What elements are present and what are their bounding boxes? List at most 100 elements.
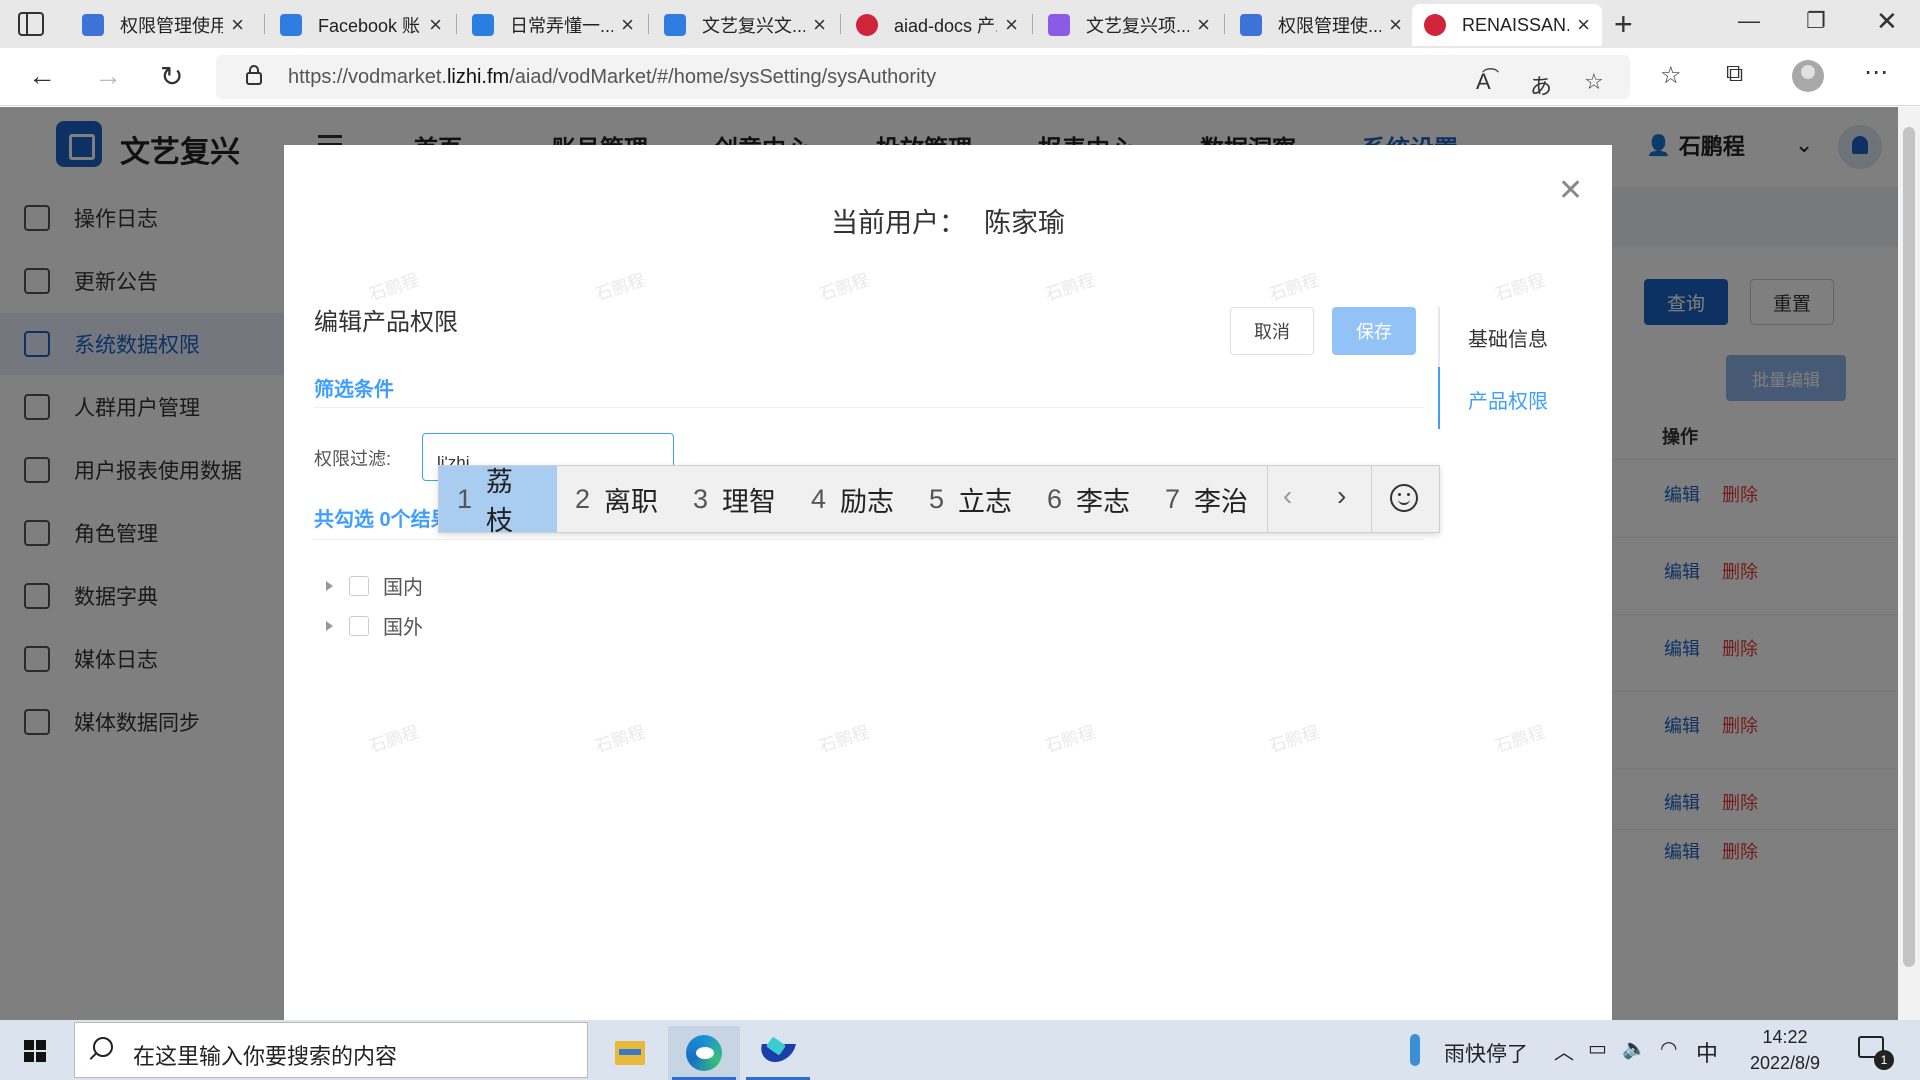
- candidate-number: 5: [929, 483, 945, 514]
- add-favorite-icon[interactable]: ☆: [1584, 69, 1604, 95]
- watermark: 石鹏程: [1492, 722, 1548, 757]
- tab-separator: [456, 14, 457, 34]
- tab-basic-info[interactable]: 基础信息: [1468, 323, 1548, 352]
- browser-tab[interactable]: 文艺复兴项... ×: [1036, 4, 1222, 46]
- tab-separator: [840, 14, 841, 34]
- tab-actions-icon[interactable]: [18, 12, 44, 36]
- candidate-text: 理智: [722, 486, 777, 517]
- collections-icon[interactable]: ⧉: [1726, 60, 1743, 88]
- taskbar-search[interactable]: 在这里输入你要搜索的内容: [74, 1022, 588, 1078]
- candidate-number: 6: [1047, 483, 1063, 514]
- browser-tab[interactable]: Facebook 账... ×: [268, 4, 454, 46]
- tab-separator: [264, 14, 265, 34]
- back-arrow-icon[interactable]: ←: [28, 60, 56, 92]
- ime-emoji-icon[interactable]: [1390, 484, 1418, 512]
- tree-node-label: 国外: [383, 617, 423, 639]
- system-clock[interactable]: 14:22 2022/8/9: [1740, 1024, 1830, 1076]
- save-button[interactable]: 保存: [1332, 307, 1416, 355]
- windows-start-icon[interactable]: [24, 1040, 46, 1062]
- ime-separator: [1371, 466, 1372, 532]
- tab-label: 权限管理使用...: [120, 16, 224, 36]
- browser-tab[interactable]: 权限管理使用... ×: [70, 4, 256, 46]
- ime-separator: [1267, 466, 1268, 532]
- ime-candidate-bar: 1 荔枝 2 离职 3 理智 4 励志 5 立志 6 李志 7 李治 ‹ ›: [438, 465, 1440, 536]
- clock-time: 14:22: [1762, 1027, 1808, 1047]
- translate-icon[interactable]: あ: [1530, 69, 1552, 101]
- weather-text[interactable]: 雨快停了: [1444, 1038, 1528, 1068]
- ime-candidate[interactable]: 4 励志: [793, 466, 912, 532]
- watermark: 石鹏程: [366, 722, 422, 757]
- ime-candidate[interactable]: 5 立志: [911, 466, 1030, 532]
- close-window-icon[interactable]: ✕: [1876, 6, 1898, 37]
- ime-next-page-icon[interactable]: ›: [1337, 480, 1346, 512]
- url-field[interactable]: https://vodmarket.lizhi.fm/aiad/vodMarke…: [216, 55, 1630, 99]
- tree-node[interactable]: 国内: [326, 571, 423, 600]
- ime-candidate[interactable]: 1 荔枝: [439, 466, 557, 536]
- divider: [314, 407, 1424, 408]
- taskbar-edge[interactable]: [668, 1026, 740, 1080]
- tab-close-icon[interactable]: ×: [1389, 12, 1402, 38]
- ime-candidate[interactable]: 6 李志: [1029, 466, 1148, 532]
- lock-icon[interactable]: [246, 65, 262, 85]
- profile-avatar[interactable]: [1792, 60, 1824, 92]
- browser-tab[interactable]: aiad-docs 产... ×: [844, 4, 1030, 46]
- browser-tab-active[interactable]: RENAISSAN... ×: [1412, 4, 1602, 46]
- favorites-icon[interactable]: ☆: [1660, 61, 1682, 90]
- new-tab-icon[interactable]: +: [1614, 6, 1633, 43]
- tab-favicon-icon: [472, 14, 494, 36]
- taskbar-file-explorer[interactable]: [594, 1026, 666, 1080]
- battery-icon[interactable]: ▭: [1588, 1036, 1607, 1061]
- tree-checkbox[interactable]: [349, 575, 369, 596]
- tab-label: 文艺复兴文...: [702, 16, 806, 36]
- page-scrollbar[interactable]: [1898, 107, 1920, 1020]
- browser-tab-bar: 权限管理使用... × Facebook 账... × 日常弄懂一... × 文…: [0, 0, 1920, 48]
- candidate-number: 1: [457, 483, 473, 514]
- browser-tab[interactable]: 文艺复兴文... ×: [652, 4, 838, 46]
- restore-icon[interactable]: ❐: [1806, 8, 1826, 34]
- taskbar-feishu[interactable]: [742, 1026, 814, 1080]
- ime-mode-indicator[interactable]: 中: [1696, 1036, 1718, 1068]
- browser-tab[interactable]: 权限管理使... ×: [1228, 4, 1414, 46]
- tab-close-icon[interactable]: ×: [429, 12, 442, 38]
- tree-checkbox[interactable]: [349, 615, 369, 636]
- expand-caret-icon[interactable]: [326, 620, 333, 631]
- tab-close-icon[interactable]: ×: [1197, 12, 1210, 38]
- tab-close-icon[interactable]: ×: [621, 12, 634, 38]
- ime-candidate[interactable]: 3 理智: [675, 466, 794, 532]
- ime-candidate[interactable]: 7 李治: [1147, 466, 1266, 532]
- tree-node[interactable]: 国外: [326, 611, 423, 640]
- browser-tab[interactable]: 日常弄懂一... ×: [460, 4, 646, 46]
- chevron-up-icon[interactable]: ︿: [1554, 1036, 1574, 1065]
- tab-separator: [1032, 14, 1033, 34]
- forward-arrow-icon[interactable]: →: [94, 60, 122, 92]
- tab-favicon-icon: [664, 14, 686, 36]
- tab-close-icon[interactable]: ×: [231, 12, 244, 38]
- umbrella-icon[interactable]: [1410, 1034, 1420, 1066]
- more-icon[interactable]: ⋯: [1864, 58, 1888, 87]
- watermark: 石鹏程: [1492, 270, 1548, 305]
- candidate-text: 励志: [840, 486, 895, 517]
- volume-icon[interactable]: 🔈: [1622, 1036, 1647, 1061]
- cancel-button[interactable]: 取消: [1230, 307, 1314, 355]
- tab-close-icon[interactable]: ×: [1577, 12, 1590, 38]
- scrollbar-thumb[interactable]: [1903, 127, 1915, 967]
- tab-favicon-icon: [280, 14, 302, 36]
- active-tab-indicator: [1438, 367, 1440, 429]
- network-icon[interactable]: ◠: [1660, 1036, 1677, 1061]
- read-aloud-icon[interactable]: A͡: [1476, 69, 1491, 95]
- minimize-icon[interactable]: —: [1738, 8, 1760, 34]
- tab-close-icon[interactable]: ×: [813, 12, 826, 38]
- tab-label: 日常弄懂一...: [510, 16, 614, 36]
- tab-close-icon[interactable]: ×: [1005, 12, 1018, 38]
- current-user-name: 陈家瑜: [984, 208, 1065, 238]
- watermark: 石鹏程: [816, 270, 872, 305]
- filter-label: 权限过滤:: [314, 449, 392, 469]
- candidate-text: 立志: [958, 486, 1013, 517]
- url-domain: lizhi.fm: [446, 66, 510, 88]
- ime-candidate[interactable]: 2 离职: [557, 466, 676, 532]
- expand-caret-icon[interactable]: [326, 580, 333, 591]
- ime-prev-page-icon[interactable]: ‹: [1283, 480, 1292, 512]
- candidate-text: 李志: [1076, 486, 1131, 517]
- refresh-icon[interactable]: ↻: [160, 60, 183, 93]
- tab-product-permissions[interactable]: 产品权限: [1468, 385, 1548, 414]
